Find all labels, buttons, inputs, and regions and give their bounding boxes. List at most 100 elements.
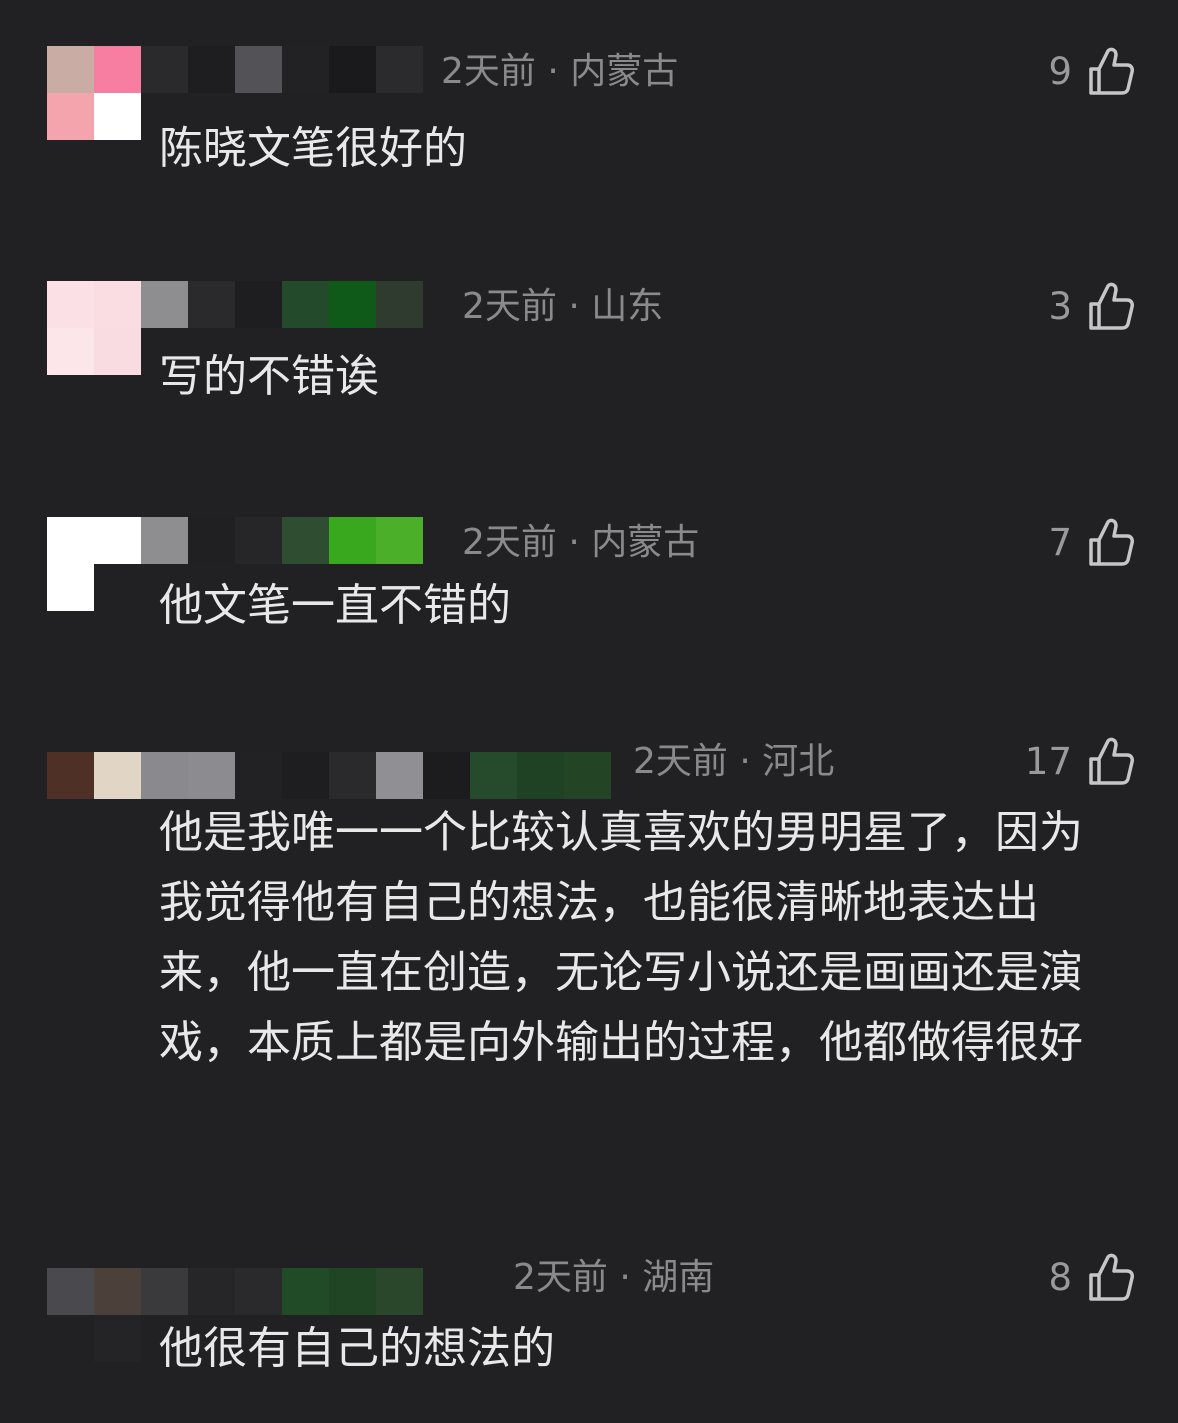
like-button[interactable]: 3 <box>1048 281 1134 333</box>
name-tile <box>329 281 376 328</box>
comment-location: 湖南 <box>642 1257 715 1298</box>
avatar-tile <box>94 1315 141 1362</box>
avatar-tile <box>94 93 141 140</box>
comment-time: 2天前 <box>441 51 536 92</box>
comment-time: 2天前 <box>462 522 557 563</box>
name-tile <box>423 752 470 799</box>
name-tile <box>188 1268 235 1315</box>
comment-text: 写的不错诶 <box>159 351 379 402</box>
name-tile <box>141 1268 188 1315</box>
like-count: 9 <box>1048 50 1072 93</box>
name-tile <box>470 752 517 799</box>
avatar-tile <box>94 752 141 799</box>
name-tile <box>282 46 329 93</box>
comment-location: 内蒙古 <box>591 522 700 563</box>
name-tile <box>141 281 188 328</box>
name-tile <box>141 517 188 564</box>
avatar-tile <box>47 517 94 564</box>
name-tile <box>282 517 329 564</box>
comment-text: 他是我唯一一个比较认真喜欢的男明星了，因为我觉得他有自己的想法，也能很清晰地表达… <box>159 807 1083 1068</box>
meta-separator: · <box>568 286 580 327</box>
name-tile <box>376 752 423 799</box>
name-tile <box>188 517 235 564</box>
thumbs-up-icon <box>1089 282 1134 330</box>
avatar-tile <box>47 46 94 93</box>
avatar-tile <box>94 564 141 611</box>
meta-separator: · <box>739 741 751 782</box>
like-count: 17 <box>1024 740 1072 783</box>
avatar[interactable] <box>47 281 141 375</box>
name-tile <box>188 46 235 93</box>
avatar-tile <box>47 328 94 375</box>
username-redacted[interactable] <box>141 46 423 93</box>
comment-time: 2天前 <box>633 741 728 782</box>
avatar-tile <box>47 281 94 328</box>
name-tile <box>517 752 564 799</box>
name-tile <box>282 752 329 799</box>
like-button[interactable]: 8 <box>1048 1252 1134 1304</box>
avatar-tile <box>94 46 141 93</box>
avatar-tile <box>47 1315 94 1362</box>
like-button[interactable]: 9 <box>1048 46 1134 98</box>
username-redacted[interactable] <box>141 1268 423 1315</box>
name-tile <box>376 517 423 564</box>
name-tile <box>235 752 282 799</box>
name-tile <box>235 1268 282 1315</box>
meta-separator: · <box>568 522 580 563</box>
comment-time: 2天前 <box>513 1257 608 1298</box>
avatar-tile <box>94 517 141 564</box>
comment-time: 2天前 <box>462 286 557 327</box>
avatar-tile <box>47 564 94 611</box>
name-tile <box>188 281 235 328</box>
like-count: 8 <box>1048 1256 1072 1299</box>
name-tile <box>376 46 423 93</box>
name-tile <box>329 517 376 564</box>
username-redacted[interactable] <box>141 281 423 328</box>
thumbs-up-icon <box>1089 518 1134 566</box>
avatar[interactable] <box>47 1268 141 1362</box>
comment-location: 河北 <box>762 741 835 782</box>
meta-separator: · <box>547 51 559 92</box>
comment-meta: 2天前 · 山东 <box>462 285 663 329</box>
name-tile <box>141 752 188 799</box>
comment-location: 山东 <box>591 286 664 327</box>
avatar[interactable] <box>47 46 141 140</box>
meta-separator: · <box>619 1257 631 1298</box>
name-tile <box>235 281 282 328</box>
name-tile <box>329 1268 376 1315</box>
username-redacted[interactable] <box>141 517 423 564</box>
name-tile <box>235 517 282 564</box>
comment-text: 陈晓文笔很好的 <box>159 123 467 174</box>
name-tile <box>564 752 611 799</box>
avatar-tile <box>94 1268 141 1315</box>
like-button[interactable]: 7 <box>1048 517 1134 569</box>
thumbs-up-icon <box>1089 737 1134 785</box>
name-tile <box>376 1268 423 1315</box>
username-redacted[interactable] <box>141 752 611 799</box>
like-button[interactable]: 17 <box>1025 736 1134 788</box>
comment-text: 他很有自己的想法的 <box>159 1323 555 1374</box>
name-tile <box>329 752 376 799</box>
name-tile <box>376 281 423 328</box>
name-tile <box>329 46 376 93</box>
like-count: 3 <box>1048 285 1072 328</box>
avatar-tile <box>47 752 94 799</box>
comment-meta: 2天前 · 湖南 <box>513 1256 714 1300</box>
name-tile <box>188 752 235 799</box>
comment-text: 他文笔一直不错的 <box>159 580 511 631</box>
comment-meta: 2天前 · 内蒙古 <box>441 50 678 94</box>
thumbs-up-icon <box>1089 1253 1134 1301</box>
avatar-tile <box>47 1268 94 1315</box>
avatar[interactable] <box>47 517 141 611</box>
thumbs-up-icon <box>1089 47 1134 95</box>
comment-location: 内蒙古 <box>570 51 679 92</box>
name-tile <box>141 46 188 93</box>
comment-meta: 2天前 · 内蒙古 <box>462 521 699 565</box>
name-tile <box>282 281 329 328</box>
comment-meta: 2天前 · 河北 <box>633 740 834 784</box>
avatar-tile <box>94 281 141 328</box>
name-tile <box>235 46 282 93</box>
name-tile <box>282 1268 329 1315</box>
avatar-tile <box>47 93 94 140</box>
like-count: 7 <box>1048 521 1072 564</box>
